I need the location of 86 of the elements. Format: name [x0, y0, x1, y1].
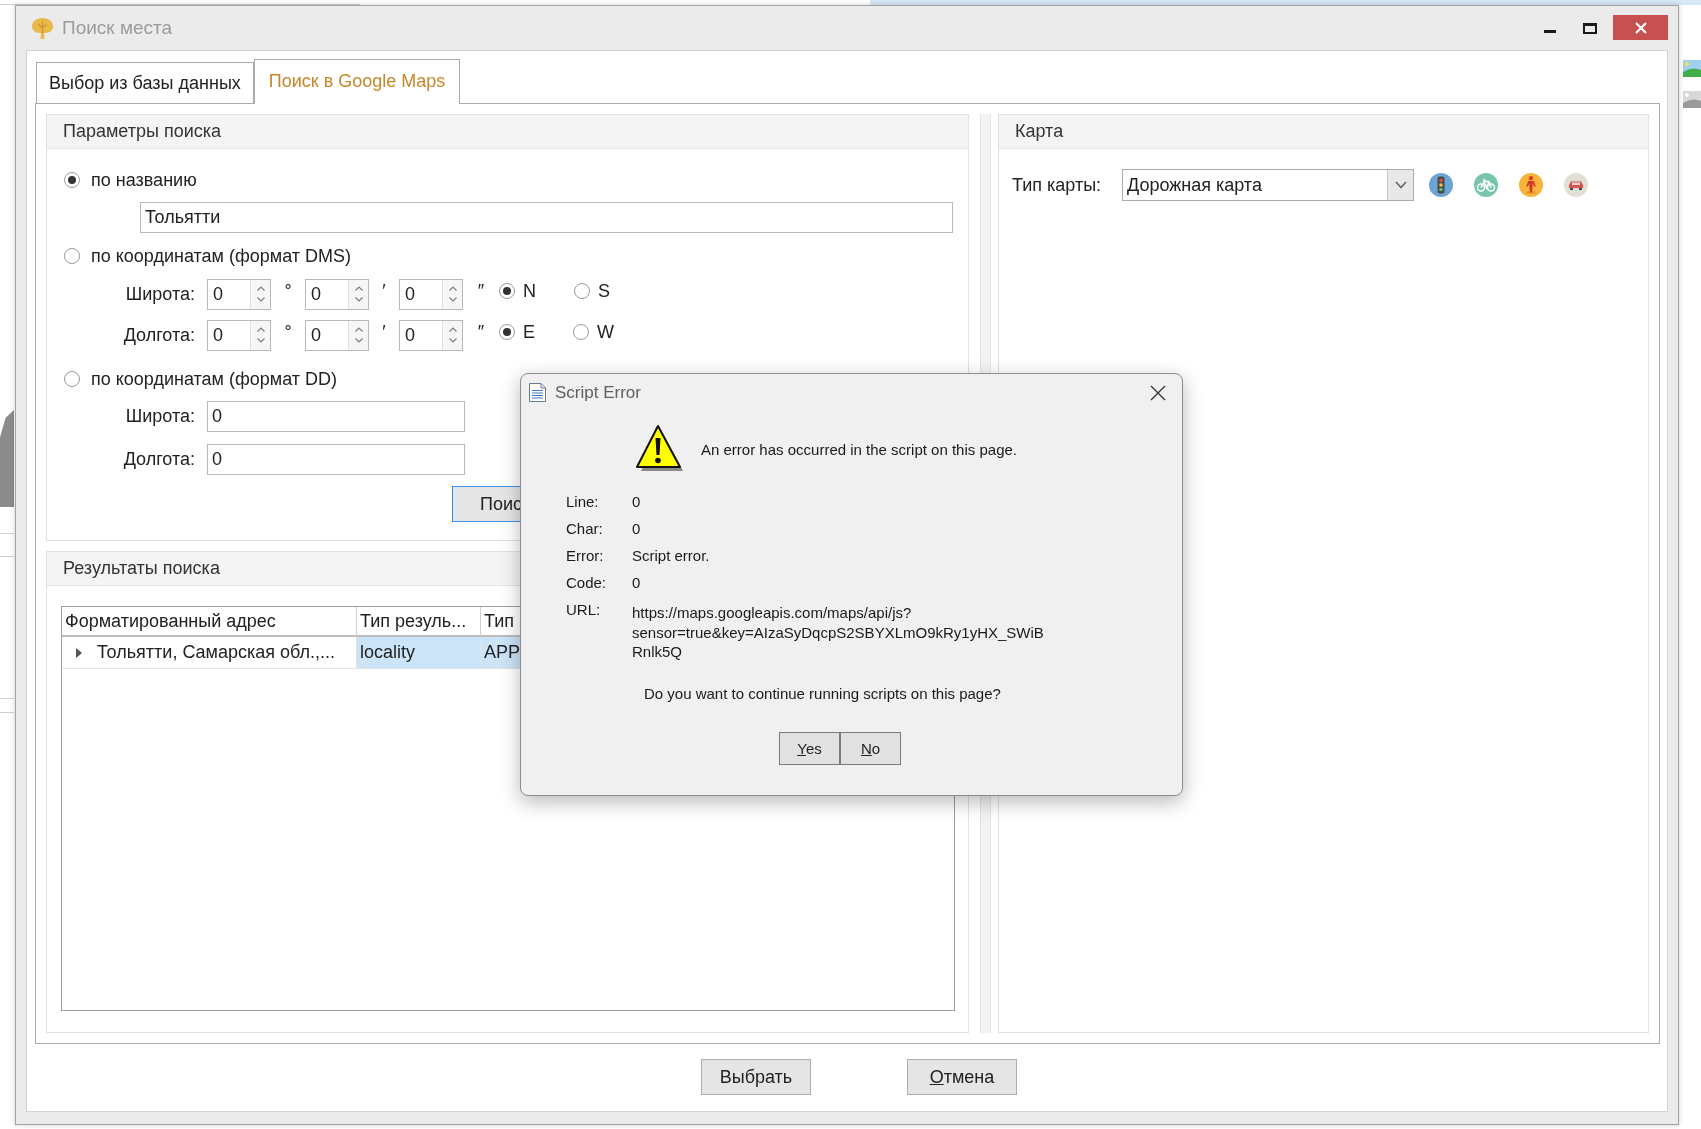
cancel-button[interactable]: Отмена	[907, 1059, 1017, 1095]
traffic-light-icon[interactable]	[1429, 173, 1453, 197]
url-text: Rnlk5Q	[632, 642, 683, 662]
minutes-spin-box[interactable]: 0	[305, 278, 369, 310]
chevron-down-icon[interactable]	[256, 297, 265, 302]
detail-value: 0	[632, 492, 641, 512]
seconds-spin-box[interactable]: 0	[399, 278, 463, 310]
document-icon	[528, 382, 547, 403]
select-button[interactable]: Выбрать	[701, 1059, 811, 1095]
chevron-up-icon[interactable]	[256, 286, 265, 291]
search-mode-radio[interactable]: по названию	[64, 167, 197, 193]
expand-arrow-icon[interactable]	[75, 647, 82, 658]
coordinate-label: Широта:	[125, 406, 195, 427]
coordinate-label: Широта:	[125, 283, 195, 305]
chevron-down-icon[interactable]	[1394, 181, 1407, 189]
search-mode-radio[interactable]: по координатам (формат DMS)	[64, 243, 352, 269]
chevron-down-icon[interactable]	[448, 297, 457, 302]
chevron-down-icon[interactable]	[256, 338, 265, 343]
image-icon[interactable]	[1683, 91, 1701, 108]
radio-icon[interactable]	[573, 324, 589, 340]
degrees-spin-box[interactable]: 0	[207, 319, 271, 351]
tree-icon	[30, 17, 55, 40]
degree-sign: °	[284, 321, 292, 343]
minutes-spin-box[interactable]: 0	[305, 319, 369, 351]
table-cell: APP	[481, 637, 521, 669]
panel-title: Карта	[999, 115, 1648, 149]
coordinate-label: Долгота:	[123, 449, 195, 470]
detail-value: 0	[632, 519, 641, 539]
chevron-up-icon[interactable]	[448, 327, 457, 332]
radio-icon[interactable]	[64, 248, 80, 264]
minute-sign: ′	[382, 280, 386, 302]
coordinate-field[interactable]: 0	[207, 444, 465, 475]
cell-text: Тольятти, Самарская обл.,...	[97, 641, 336, 664]
car-icon[interactable]	[1564, 173, 1588, 197]
no-button[interactable]: No	[840, 731, 901, 765]
yes-button[interactable]: Yes	[779, 731, 840, 765]
chevron-up-icon[interactable]	[354, 286, 363, 291]
search-button[interactable]: Поис	[452, 486, 521, 522]
radio-icon[interactable]	[574, 283, 590, 299]
column-header[interactable]: Форматированный адрес	[62, 607, 357, 637]
degree-sign: °	[284, 280, 292, 302]
url-text: sensor=true&key=AIzaSyDqcpS2SBYXLmO9kRy1yHX_SWiB	[632, 622, 1044, 642]
hemisphere-radio[interactable]: N	[499, 278, 536, 304]
second-sign: ″	[477, 321, 485, 343]
window-title: Поиск места	[62, 16, 173, 40]
close-icon	[1150, 384, 1166, 401]
bicycle-icon[interactable]	[1474, 173, 1498, 197]
dialog-title: Script Error	[555, 382, 641, 403]
map-type-dropdown[interactable]: Дорожная карта	[1122, 169, 1414, 201]
radio-icon[interactable]	[499, 283, 515, 299]
chevron-up-icon[interactable]	[448, 286, 457, 291]
panel-title: Параметры поиска	[47, 115, 968, 149]
warning-icon	[635, 424, 685, 474]
url-text: https://maps.googleapis.com/maps/api/js?	[632, 603, 912, 623]
continue-question: Do you want to continue running scripts on this page?	[644, 683, 1001, 704]
seconds-spin-box[interactable]: 0	[399, 319, 463, 351]
place-name-field[interactable]: Тольятти	[140, 202, 953, 233]
image-icon[interactable]	[1683, 60, 1701, 77]
detail-label: URL:	[566, 600, 601, 620]
detail-label: Line:	[566, 492, 599, 512]
hemisphere-radio[interactable]: W	[573, 319, 614, 345]
chevron-down-icon[interactable]	[354, 297, 363, 302]
coordinate-field[interactable]: 0	[207, 401, 465, 432]
chevron-up-icon[interactable]	[354, 327, 363, 332]
close-icon	[1633, 20, 1648, 35]
chevron-down-icon[interactable]	[448, 338, 457, 343]
radio-icon[interactable]	[64, 371, 80, 387]
hemisphere-radio[interactable]: S	[574, 278, 610, 304]
hemisphere-radio[interactable]: E	[499, 319, 535, 345]
radio-icon[interactable]	[64, 172, 80, 188]
chevron-up-icon[interactable]	[256, 327, 265, 332]
search-mode-radio[interactable]: по координатам (формат DD)	[64, 366, 338, 392]
person-icon[interactable]	[1519, 173, 1543, 197]
error-message: An error has occurred in the script on this page.	[701, 440, 1017, 458]
radio-icon[interactable]	[499, 324, 515, 340]
chevron-down-icon[interactable]	[354, 338, 363, 343]
map-type-label: Тип карты:	[1012, 174, 1102, 195]
detail-label: Char:	[566, 519, 603, 539]
close-button[interactable]	[1150, 384, 1166, 401]
tab[interactable]: Выбор из базы данных	[36, 62, 254, 103]
maximize-icon[interactable]	[1583, 23, 1597, 34]
degrees-spin-box[interactable]: 0	[207, 278, 271, 310]
coordinate-label: Долгота:	[123, 324, 195, 346]
second-sign: ″	[477, 280, 485, 302]
table-cell: locality	[357, 637, 481, 669]
minute-sign: ′	[382, 321, 386, 343]
